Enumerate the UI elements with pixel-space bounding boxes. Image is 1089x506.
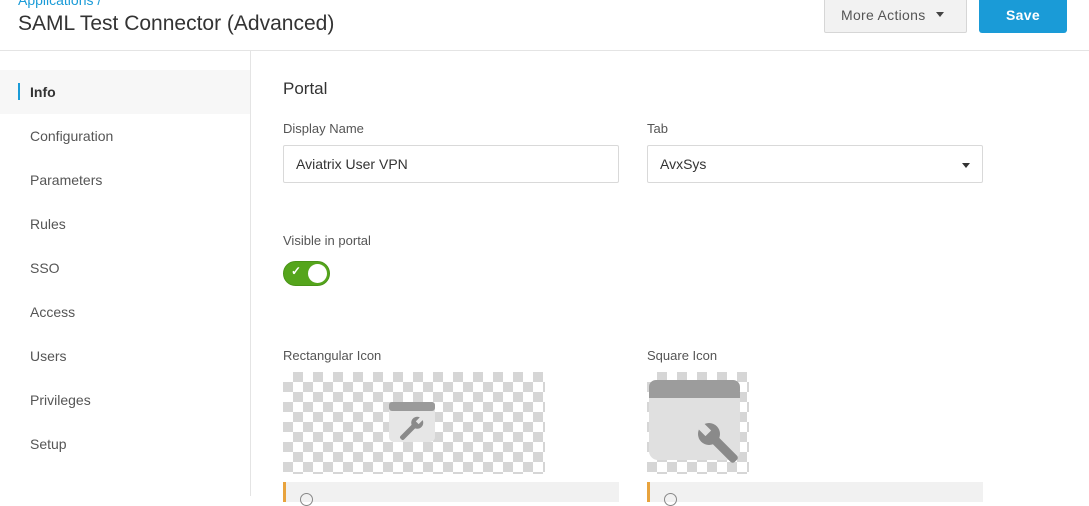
sidebar-item-configuration[interactable]: Configuration — [0, 114, 250, 158]
breadcrumb[interactable]: Applications / — [18, 0, 101, 8]
sidebar-item-rules[interactable]: Rules — [0, 202, 250, 246]
more-actions-button[interactable]: More Actions — [824, 0, 967, 33]
save-button[interactable]: Save — [979, 0, 1067, 33]
caret-down-icon — [935, 12, 944, 17]
sidebar-item-sso[interactable]: SSO — [0, 246, 250, 290]
sidebar-item-parameters[interactable]: Parameters — [0, 158, 250, 202]
display-name-input[interactable]: Aviatrix User VPN — [283, 145, 619, 183]
page-header: Applications / SAML Test Connector (Adva… — [0, 0, 1089, 51]
sidebar-item-privileges[interactable]: Privileges — [0, 378, 250, 422]
info-icon — [664, 493, 677, 506]
toggle-knob — [308, 264, 327, 283]
page-title: SAML Test Connector (Advanced) — [18, 12, 335, 35]
more-actions-label: More Actions — [841, 6, 926, 23]
visible-in-portal-label: Visible in portal — [283, 233, 371, 248]
sidebar-item-users[interactable]: Users — [0, 334, 250, 378]
tab-select-value: AvxSys — [660, 156, 707, 172]
wrench-icon — [649, 380, 740, 463]
check-icon: ✓ — [291, 264, 302, 278]
sidebar-item-info[interactable]: Info — [0, 70, 250, 114]
tab-select[interactable]: AvxSys — [647, 145, 983, 183]
caret-down-icon — [962, 163, 970, 168]
sidebar-item-access[interactable]: Access — [0, 290, 250, 334]
info-icon — [300, 493, 313, 506]
tab-label: Tab — [647, 121, 668, 136]
display-name-label: Display Name — [283, 121, 364, 136]
section-title-portal: Portal — [283, 79, 328, 98]
square-icon-upload[interactable] — [647, 372, 749, 474]
square-icon-notice — [647, 482, 983, 506]
sidebar-item-setup[interactable]: Setup — [0, 422, 250, 466]
visible-in-portal-toggle[interactable]: ✓ — [283, 261, 330, 286]
square-icon-label: Square Icon — [647, 348, 718, 363]
rectangular-icon-notice — [283, 482, 619, 506]
wrench-icon — [389, 402, 435, 442]
sidebar: Info Configuration Parameters Rules SSO … — [0, 51, 251, 496]
rectangular-icon-upload[interactable] — [283, 372, 545, 474]
rectangular-icon-label: Rectangular Icon — [283, 348, 382, 363]
